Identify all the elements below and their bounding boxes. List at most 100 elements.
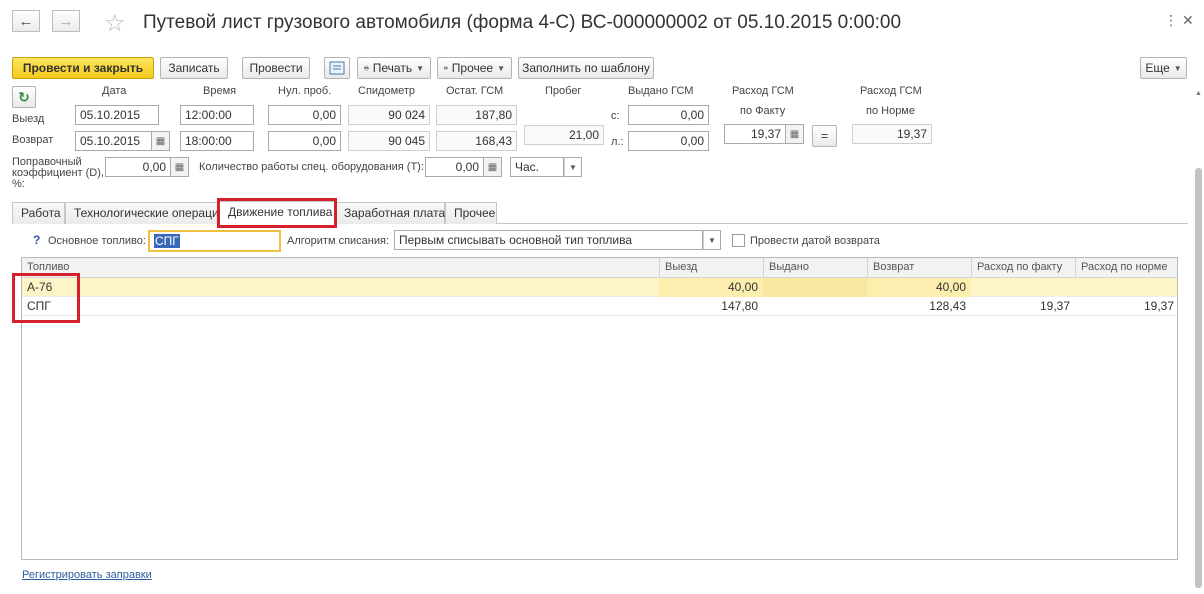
calculator-icon[interactable]: ▦ [484,157,502,177]
depart-time-field[interactable]: 12:00:00 [180,105,254,125]
page-title: Путевой лист грузового автомобиля (форма… [143,12,902,33]
chevron-down-icon[interactable]: ▼ [564,157,582,177]
cell-issued [763,278,867,297]
main-fuel-input[interactable]: СПГ [148,230,281,252]
depart-date-field[interactable]: 05.10.2015 [75,105,159,125]
save-button[interactable]: Записать [160,57,228,79]
col-issued[interactable]: Выдано [763,258,867,278]
scrollbar[interactable]: ▲ [1194,90,1204,590]
document-structure-icon [329,61,345,75]
time-header: Время [203,85,237,97]
arrow-left-icon: ← [18,12,34,30]
tab-tech-operations[interactable]: Технологические операции [65,202,225,224]
col-fuel[interactable]: Топливо [22,258,659,278]
calculator-icon[interactable]: ▦ [171,157,189,177]
norm-header-sub: по Норме [866,105,915,117]
help-icon[interactable]: ? [33,233,40,247]
issued-from-field[interactable]: 0,00 [628,105,709,125]
unit-select[interactable]: Час. [510,157,564,177]
return-fuel-field[interactable]: 168,43 [436,131,517,151]
cell-return: 40,00 [867,278,971,297]
mileage-header: Пробег [545,85,582,97]
cell-norm [1075,278,1179,297]
more-button[interactable]: Еще ▼ [1140,57,1187,79]
return-speedometer-field[interactable]: 90 045 [348,131,430,151]
tab-fuel-movement[interactable]: Движение топлива [219,201,335,225]
return-time-field[interactable]: 18:00:00 [180,131,254,151]
mileage-field[interactable]: 21,00 [524,125,604,145]
arrow-right-icon: → [58,12,74,30]
issued-to-label: л.: [611,136,624,148]
table-header: Топливо Выезд Выдано Возврат Расход по ф… [22,258,1177,278]
equals-button[interactable]: = [812,125,837,147]
post-by-return-checkbox[interactable] [732,234,745,247]
register-refuels-link[interactable]: Регистрировать заправки [22,569,152,581]
cell-depart: 40,00 [659,278,763,297]
structure-button[interactable] [324,57,350,79]
depart-zero-field[interactable]: 0,00 [268,105,341,125]
fill-by-template-button[interactable]: Заполнить по шаблону [518,57,654,79]
tab-work[interactable]: Работа [12,202,65,224]
fuel-table[interactable]: Топливо Выезд Выдано Возврат Расход по ф… [21,257,1178,560]
date-header: Дата [102,85,127,97]
return-date-field[interactable]: 05.10.2015 [75,131,152,151]
calendar-icon[interactable]: ▦ [152,131,170,151]
post-and-close-button[interactable]: Провести и закрыть [12,57,154,79]
col-depart[interactable]: Выезд [659,258,763,278]
col-fact[interactable]: Расход по факту [971,258,1075,278]
return-zero-field[interactable]: 0,00 [268,131,341,151]
fuel-left-header: Остат. ГСМ [446,85,504,97]
chevron-down-icon: ▼ [1173,63,1182,73]
forward-button[interactable]: → [52,10,80,32]
printer-icon [364,65,369,71]
close-icon[interactable]: ✕ [1182,12,1194,29]
correction-label-line-2: коэффициент (D), [12,167,104,179]
fact-consumption-field[interactable]: 19,37 [724,124,786,144]
special-work-field[interactable]: 0,00 [425,157,484,177]
fact-header-sub: по Факту [740,105,786,117]
issued-to-field[interactable]: 0,00 [628,131,709,151]
menu-dots-icon[interactable]: ⋮ [1164,12,1178,29]
refresh-button[interactable]: ↻ [12,86,36,108]
algorithm-label: Алгоритм списания: [287,235,390,247]
cell-norm: 19,37 [1143,299,1174,313]
scroll-up-icon[interactable]: ▲ [1195,90,1202,97]
issued-header: Выдано ГСМ [628,85,694,97]
special-work-label: Количество работы спец. оборудования (T)… [199,161,424,173]
back-button[interactable]: ← [12,10,40,32]
cell-depart: 147,80 [721,299,758,313]
table-row[interactable]: СПГ 147,80 128,43 19,37 19,37 [22,297,1177,316]
cell-return: 128,43 [929,299,966,313]
cell-issued [763,297,867,316]
more-label: Еще [1145,61,1170,75]
tab-salary[interactable]: Заработная плата [335,202,445,224]
other-label: Прочее [451,61,494,75]
speedometer-header: Спидометр [358,85,416,97]
correction-field[interactable]: 0,00 [105,157,171,177]
scrollbar-thumb[interactable] [1195,168,1202,588]
chevron-down-icon[interactable]: ▼ [703,230,721,250]
tab-other[interactable]: Прочее [445,202,497,224]
other-button[interactable]: Прочее ▼ [437,57,512,79]
norm-consumption-field[interactable]: 19,37 [852,124,932,144]
post-by-return-label: Провести датой возврата [750,235,880,247]
depart-fuel-field[interactable]: 187,80 [436,105,517,125]
zero-mileage-header: Нул. проб. [278,85,332,97]
depart-speedometer-field[interactable]: 90 024 [348,105,430,125]
print-button[interactable]: Печать ▼ [357,57,431,79]
issued-from-label: с: [611,110,620,122]
algorithm-select[interactable]: Первым списывать основной тип топлива [394,230,703,250]
post-button[interactable]: Провести [242,57,310,79]
col-return[interactable]: Возврат [867,258,971,278]
correction-label: Поправочный коэффициент (D), %: [12,157,104,190]
calculator-icon[interactable]: ▦ [786,124,804,144]
col-norm[interactable]: Расход по норме [1075,258,1179,278]
table-row[interactable]: А-76 40,00 40,00 [22,278,1177,297]
printer-icon [444,66,448,70]
cell-fact: 19,37 [1039,299,1070,313]
depart-label: Выезд [12,113,45,125]
favorite-star-icon[interactable]: ☆ [104,9,126,38]
cell-fact [971,278,1075,297]
main-fuel-value: СПГ [154,234,180,248]
cell-fuel: А-76 [27,280,53,294]
